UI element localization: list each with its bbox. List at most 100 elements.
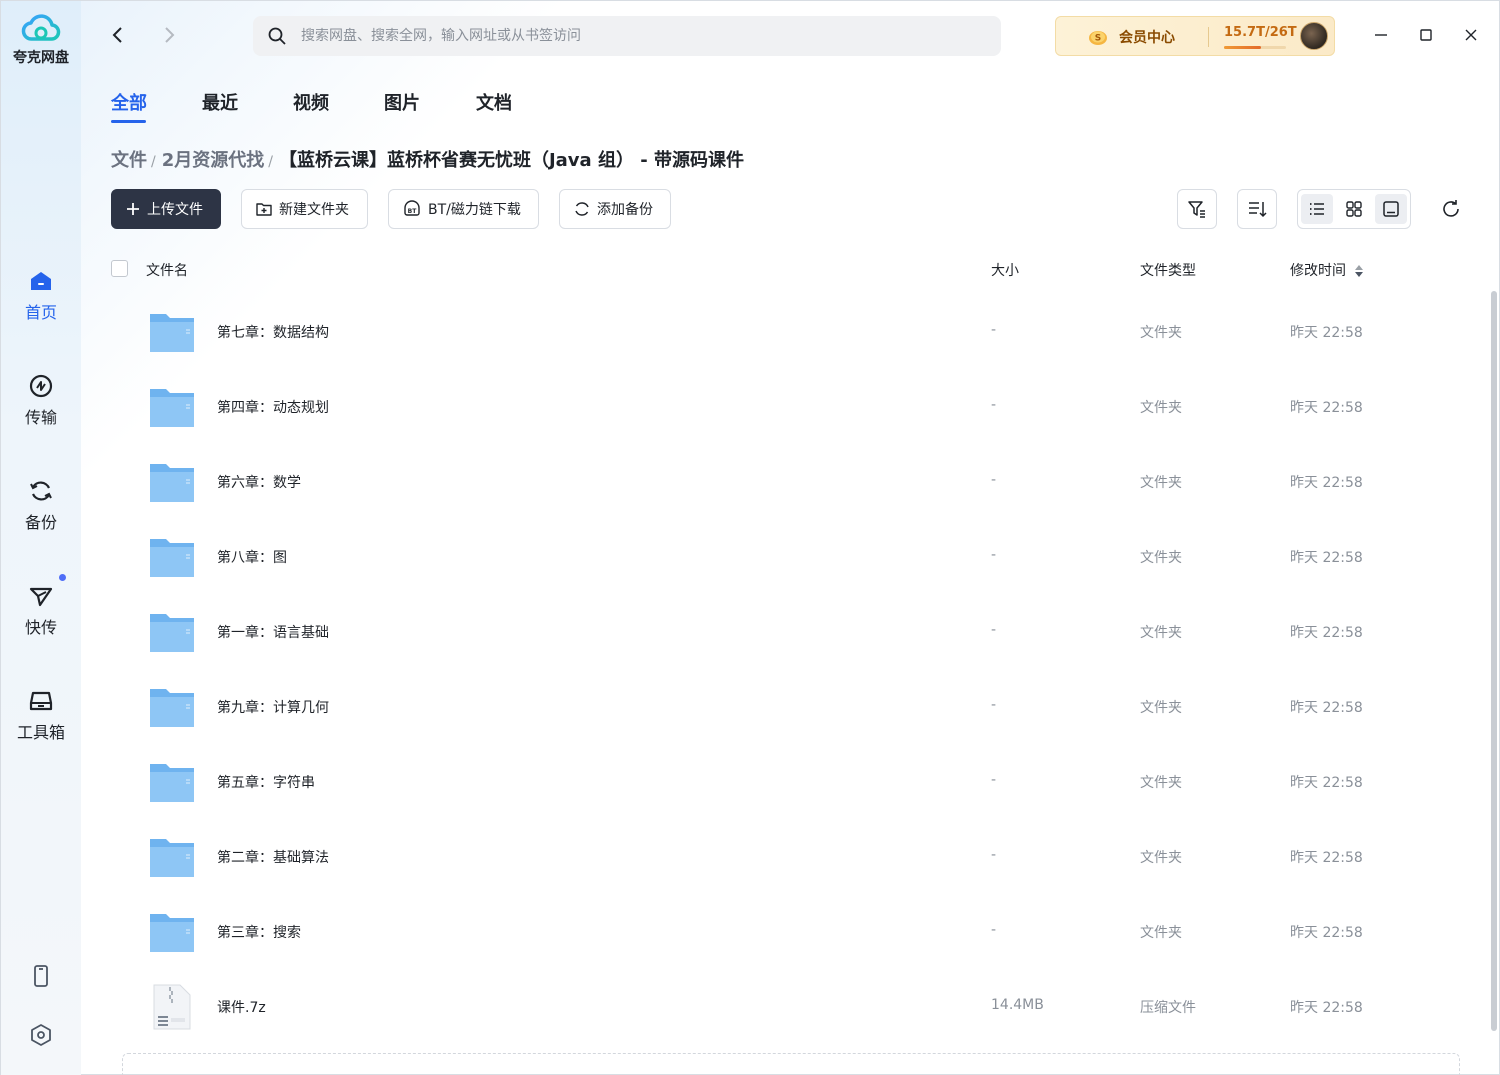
svg-text:S: S xyxy=(1095,34,1101,44)
file-size: - xyxy=(991,397,997,413)
tab-documents[interactable]: 文档 xyxy=(476,89,512,115)
file-type: 文件夹 xyxy=(1140,700,1182,716)
tab-recent[interactable]: 最近 xyxy=(202,89,238,115)
quick-send-icon xyxy=(29,587,53,607)
file-type: 文件夹 xyxy=(1140,775,1182,791)
large-view-button[interactable] xyxy=(1375,194,1407,224)
bt-icon: BT xyxy=(404,200,420,216)
app-logo: 夸克网盘 xyxy=(1,11,81,67)
breadcrumb-item-root[interactable]: 文件 xyxy=(111,150,147,171)
new-folder-button[interactable]: 新建文件夹 xyxy=(241,189,368,229)
bt-magnet-download-button[interactable]: BT BT/磁力链下载 xyxy=(388,189,539,229)
tab-video[interactable]: 视频 xyxy=(293,89,329,115)
phone-icon[interactable] xyxy=(27,962,55,990)
vip-center-label: 会员中心 xyxy=(1119,30,1175,46)
grid-view-button[interactable] xyxy=(1338,194,1370,224)
folder-icon xyxy=(150,689,194,727)
file-type: 文件夹 xyxy=(1140,850,1182,866)
file-row[interactable]: 第二章：基础算法 - 文件夹 昨天 22:58 xyxy=(111,819,1481,894)
folder-icon xyxy=(150,764,194,802)
folder-icon xyxy=(150,539,194,577)
sort-button[interactable] xyxy=(1237,189,1277,229)
new-folder-icon xyxy=(256,203,272,216)
sidebar-item-label: 快传 xyxy=(24,618,57,637)
filter-button[interactable] xyxy=(1177,189,1217,229)
sidebar-item-transfer[interactable]: 传输 xyxy=(1,372,81,428)
vip-center-panel[interactable]: S 会员中心 15.7T/26T xyxy=(1055,16,1335,56)
minimize-icon[interactable] xyxy=(1369,23,1393,47)
tab-images[interactable]: 图片 xyxy=(384,89,420,115)
file-type: 文件夹 xyxy=(1140,925,1182,941)
file-type: 文件夹 xyxy=(1140,550,1182,566)
back-arrow-icon[interactable] xyxy=(106,23,130,47)
refresh-icon[interactable] xyxy=(1439,197,1463,221)
file-row[interactable]: 第三章：搜索 - 文件夹 昨天 22:58 xyxy=(111,894,1481,969)
upload-button[interactable]: 上传文件 xyxy=(111,189,221,229)
maximize-icon[interactable] xyxy=(1414,23,1438,47)
file-row[interactable]: 第八章：图 - 文件夹 昨天 22:58 xyxy=(111,519,1481,594)
bt-magnet-download-label: BT/磁力链下载 xyxy=(428,202,521,218)
file-row[interactable]: 第一章：语言基础 - 文件夹 昨天 22:58 xyxy=(111,594,1481,669)
column-header-name[interactable]: 文件名 xyxy=(146,260,188,280)
list-view-button[interactable] xyxy=(1301,194,1333,224)
storage-progress-fill xyxy=(1224,46,1262,49)
svg-text:BT: BT xyxy=(408,208,418,215)
breadcrumb-separator: / xyxy=(268,154,273,170)
file-size: - xyxy=(991,322,997,338)
divider xyxy=(1208,27,1209,47)
app-window: 夸克网盘 首页 传输 备份 快传 工具箱 搜索网盘、搜索全网，输入网址或从书签访… xyxy=(0,0,1500,1075)
column-header-modified[interactable]: 修改时间 xyxy=(1290,260,1364,280)
app-name: 夸克网盘 xyxy=(13,50,69,66)
column-header-type[interactable]: 文件类型 xyxy=(1140,260,1196,280)
file-row[interactable]: 第七章：数据结构 - 文件夹 昨天 22:58 xyxy=(111,294,1481,369)
file-row[interactable]: 第四章：动态规划 - 文件夹 昨天 22:58 xyxy=(111,369,1481,444)
avatar[interactable] xyxy=(1300,22,1328,50)
sidebar-item-label: 工具箱 xyxy=(16,723,65,742)
file-name: 第四章：动态规划 xyxy=(217,400,329,416)
file-modified: 昨天 22:58 xyxy=(1290,850,1363,866)
breadcrumb-item-current: 【蓝桥云课】蓝桥杯省赛无忧班（Java 组） - 带源码课件 xyxy=(278,150,744,171)
add-backup-button[interactable]: 添加备份 xyxy=(559,189,671,229)
file-name: 第六章：数学 xyxy=(217,475,301,491)
file-modified: 昨天 22:58 xyxy=(1290,475,1363,491)
vip-coin-icon: S xyxy=(1089,31,1107,45)
upload-button-label: 上传文件 xyxy=(147,202,203,218)
file-row[interactable]: 第五章：字符串 - 文件夹 昨天 22:58 xyxy=(111,744,1481,819)
scrollbar[interactable] xyxy=(1491,291,1497,1031)
file-type: 压缩文件 xyxy=(1140,1000,1196,1016)
file-name: 第二章：基础算法 xyxy=(217,850,329,866)
search-input[interactable] xyxy=(301,16,981,56)
file-row[interactable]: 课件.7z 14.4MB 压缩文件 昨天 22:58 xyxy=(111,969,1481,1044)
settings-icon[interactable] xyxy=(27,1021,55,1049)
plus-icon xyxy=(127,203,139,215)
sidebar-item-label: 首页 xyxy=(24,303,57,322)
file-modified: 昨天 22:58 xyxy=(1290,1000,1363,1016)
breadcrumb-item-parent[interactable]: 2月资源代找 xyxy=(162,150,265,171)
file-modified: 昨天 22:58 xyxy=(1290,400,1363,416)
sidebar-item-home[interactable]: 首页 xyxy=(1,267,81,323)
file-modified: 昨天 22:58 xyxy=(1290,775,1363,791)
file-name: 第九章：计算几何 xyxy=(217,700,329,716)
tab-all[interactable]: 全部 xyxy=(111,89,147,115)
sidebar-item-toolbox[interactable]: 工具箱 xyxy=(1,687,81,743)
file-type: 文件夹 xyxy=(1140,325,1182,341)
file-row[interactable]: 第九章：计算几何 - 文件夹 昨天 22:58 xyxy=(111,669,1481,744)
file-name: 课件.7z xyxy=(217,1000,266,1016)
folder-icon xyxy=(150,914,194,952)
preview-view-icon xyxy=(1383,201,1399,217)
file-name: 第八章：图 xyxy=(217,550,287,566)
backup-icon xyxy=(575,202,589,216)
add-backup-label: 添加备份 xyxy=(597,202,653,218)
sidebar-item-backup[interactable]: 备份 xyxy=(1,477,81,533)
sidebar-item-quick-send[interactable]: 快传 xyxy=(1,574,81,638)
file-row[interactable]: 第六章：数学 - 文件夹 昨天 22:58 xyxy=(111,444,1481,519)
select-all-checkbox[interactable] xyxy=(111,260,128,277)
column-header-size[interactable]: 大小 xyxy=(991,260,1019,280)
folder-icon xyxy=(150,614,194,652)
file-type: 文件夹 xyxy=(1140,625,1182,641)
close-icon[interactable] xyxy=(1459,23,1483,47)
search-icon xyxy=(268,27,286,45)
home-icon xyxy=(31,272,51,290)
forward-arrow-icon[interactable] xyxy=(157,23,181,47)
folder-icon xyxy=(150,314,194,352)
